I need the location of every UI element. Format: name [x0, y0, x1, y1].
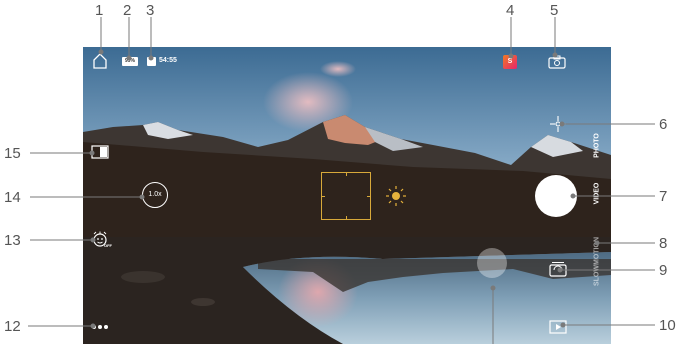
playback-icon[interactable] [549, 319, 567, 334]
callout-6: 6 [659, 116, 668, 133]
callout-14: 14 [4, 189, 21, 206]
resolution-icon[interactable] [91, 145, 109, 159]
mode-slowmotion[interactable]: SLOWMOTION [594, 232, 601, 292]
flip-camera-icon[interactable] [548, 55, 566, 69]
app-screen: 99% 54:55 S 1.0x OFF PHOTO VIDEO SLOWMOT… [0, 0, 681, 344]
callout-10: 10 [659, 317, 676, 334]
callout-5: 5 [550, 2, 559, 19]
beauty-status: OFF [104, 243, 112, 248]
sd-card-icon [147, 57, 156, 66]
callout-7: 7 [659, 188, 668, 205]
exposure-sun-icon[interactable] [385, 185, 407, 207]
gimbal-mode-icon[interactable] [549, 115, 567, 133]
mode-video[interactable]: VIDEO [594, 176, 601, 212]
switch-camera-icon[interactable] [549, 261, 567, 277]
callout-4: 4 [506, 2, 515, 19]
callout-9: 9 [659, 262, 668, 279]
joystick-icon[interactable] [477, 248, 507, 278]
home-icon[interactable] [92, 52, 108, 70]
zoom-indicator[interactable]: 1.0x [142, 182, 168, 208]
focus-box[interactable] [321, 172, 371, 220]
callout-13: 13 [4, 232, 21, 249]
story-mode-icon[interactable]: S [503, 55, 517, 69]
more-icon[interactable] [92, 325, 110, 329]
remaining-record-time: 54:55 [159, 57, 177, 64]
callout-3: 3 [146, 2, 155, 19]
mode-selector[interactable]: PHOTO VIDEO SLOWMOTION [591, 122, 603, 297]
callout-15: 15 [4, 145, 21, 162]
camera-viewfinder[interactable]: 99% 54:55 S 1.0x OFF PHOTO VIDEO SLOWMOT… [83, 47, 611, 344]
callout-12: 12 [4, 318, 21, 335]
battery-level: 99% [124, 58, 135, 64]
mode-photo[interactable]: PHOTO [594, 128, 601, 164]
record-button[interactable] [535, 175, 577, 217]
callout-8: 8 [659, 235, 668, 252]
callout-1: 1 [95, 2, 104, 19]
zoom-label: 1.0x [148, 191, 162, 198]
callout-2: 2 [123, 2, 132, 19]
battery-icon: 99% [122, 57, 138, 66]
